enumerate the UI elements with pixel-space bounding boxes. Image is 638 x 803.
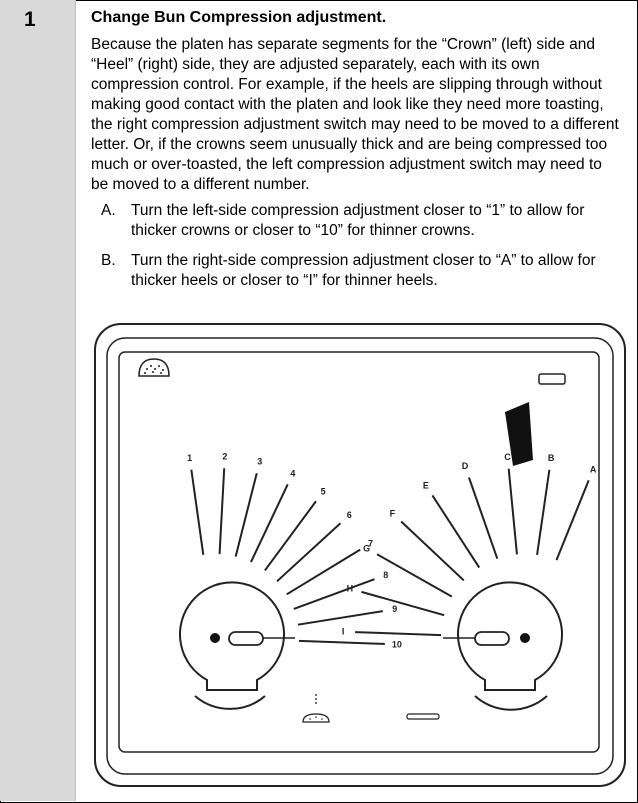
right-scale-label: E (423, 480, 429, 490)
step-heading: Change Bun Compression adjustment. (91, 9, 387, 26)
control-panel-diagram: 1 2345678910 ABCDEFGHI (94, 323, 626, 787)
right-scale-label: A (590, 464, 597, 474)
right-scale-label: F (390, 508, 396, 518)
left-scale-label: 3 (257, 457, 262, 467)
left-scale-label: 1 (187, 453, 192, 463)
list-item-letter: B. (101, 252, 116, 269)
right-scale-label: D (462, 461, 469, 471)
list-item-letter: A. (101, 202, 116, 219)
list-item: B. Turn the right-side compression adjus… (91, 251, 621, 291)
left-scale-label: 5 (321, 487, 326, 497)
list-item-text: Turn the right-side compression adjustme… (131, 252, 596, 289)
right-scale-label: G (363, 543, 370, 553)
instruction-list: A. Turn the left-side compression adjust… (91, 201, 621, 291)
step-description: Because the platen has separate segments… (91, 36, 619, 193)
left-scale-label: 2 (222, 451, 227, 461)
list-item-text: Turn the left-side compression adjustmen… (131, 202, 585, 239)
step-content: Change Bun Compression adjustment. Becau… (91, 8, 621, 301)
step-column: 1 (0, 0, 76, 801)
right-scale-label: C (504, 452, 511, 462)
thin-heel-icon (406, 713, 440, 720)
thick-bun-icon (138, 358, 170, 377)
left-scale-label: 10 (392, 639, 402, 649)
list-item: A. Turn the left-side compression adjust… (91, 201, 621, 241)
right-scale-label: H (347, 584, 354, 594)
right-scale-label: B (548, 453, 555, 463)
left-scale-label: 8 (383, 570, 388, 580)
left-scale-label: 9 (392, 604, 397, 614)
left-scale-label: 6 (347, 510, 352, 520)
right-scale-label: I (342, 627, 345, 637)
left-scale-label: 4 (290, 469, 295, 479)
status-indicator (538, 373, 566, 385)
step-number: 1 (24, 8, 36, 31)
